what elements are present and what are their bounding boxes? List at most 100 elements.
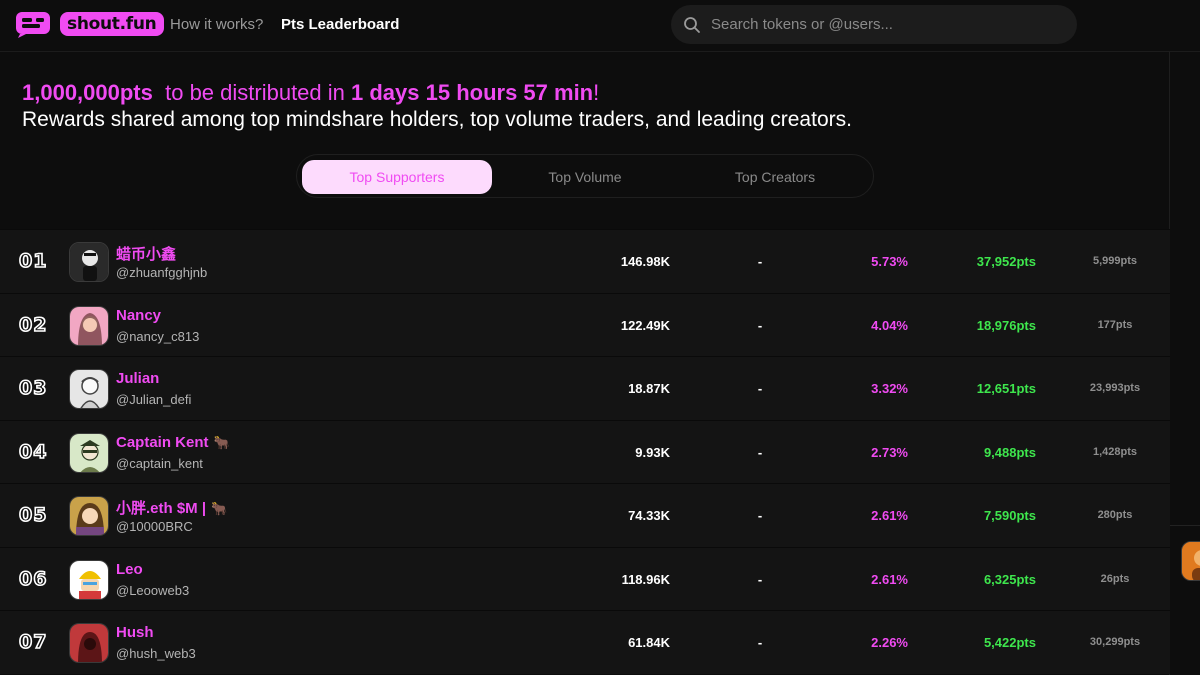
- user-display-name[interactable]: 蜡币小鑫: [116, 243, 181, 264]
- user-avatar[interactable]: [69, 242, 109, 282]
- mindshare-percent: 2.61%: [871, 508, 908, 523]
- user-handle[interactable]: @zhuanfgghjnb: [116, 265, 207, 280]
- tab-top-creators[interactable]: Top Creators: [680, 160, 870, 194]
- rank-number: 06: [18, 567, 48, 591]
- nav-how-it-works[interactable]: How it works?: [170, 16, 263, 33]
- points-earned: 37,952pts: [976, 254, 1036, 269]
- volume-value: 9.93K: [635, 444, 670, 460]
- user-handle[interactable]: @Leooweb3: [116, 583, 189, 598]
- leaderboard-tabs: Top Supporters Top Volume Top Creators: [296, 154, 874, 198]
- bull-badge-icon: 🐂: [213, 434, 230, 450]
- volume-value: 74.33K: [628, 508, 670, 523]
- yellow-helmet-avatar-icon: [70, 560, 108, 599]
- captain-portrait-avatar-icon: [70, 433, 108, 472]
- logo-text: shout.fun: [60, 12, 164, 36]
- points-earned: 5,422pts: [983, 635, 1036, 650]
- user-name-text: 蜡币小鑫: [116, 246, 177, 263]
- bonus-points: 280pts: [1097, 509, 1133, 521]
- banner-exclaim: !: [593, 80, 600, 105]
- user-display-name[interactable]: Nancy: [116, 307, 166, 324]
- mindshare-percent: 4.04%: [871, 317, 908, 333]
- points-earned: 12,651pts: [976, 381, 1036, 396]
- nav-pts-leaderboard[interactable]: Pts Leaderboard: [281, 16, 399, 33]
- user-handle[interactable]: @captain_kent: [116, 456, 203, 471]
- user-avatar[interactable]: [69, 305, 109, 346]
- user-avatar[interactable]: [69, 369, 109, 409]
- reward-amount: 1,000,000pts: [22, 80, 153, 105]
- empty-value: -: [757, 444, 763, 460]
- user-handle[interactable]: @Julian_defi: [116, 392, 191, 407]
- anime-girl-avatar-icon: [70, 497, 108, 535]
- empty-value: -: [757, 571, 763, 587]
- volume-value: 18.87K: [628, 381, 670, 396]
- empty-value: -: [757, 317, 763, 333]
- mindshare-percent: 3.32%: [871, 381, 908, 396]
- side-divider: [1170, 525, 1200, 526]
- user-handle[interactable]: @hush_web3: [116, 646, 196, 661]
- user-avatar[interactable]: [69, 623, 109, 663]
- bonus-points: 23,993pts: [1089, 382, 1141, 394]
- rank-number: 02: [18, 313, 48, 337]
- user-avatar[interactable]: [69, 432, 109, 473]
- user-display-name[interactable]: 小胖.eth $M | 🐂: [116, 497, 227, 518]
- brand-logo[interactable]: shout.fun: [14, 9, 164, 39]
- points-earned: 6,325pts: [983, 571, 1036, 587]
- sketch-portrait-avatar-icon: [70, 370, 108, 408]
- empty-value: -: [757, 635, 763, 650]
- rank-number: 05: [18, 503, 48, 527]
- rank-number: 07: [18, 630, 48, 654]
- side-avatar[interactable]: [1181, 541, 1200, 581]
- cartoon-boy-avatar-icon: [70, 243, 108, 281]
- mindshare-percent: 5.73%: [871, 254, 908, 269]
- countdown-timer: 1 days 15 hours 57 min: [351, 80, 594, 105]
- rank-number: 04: [18, 440, 48, 464]
- bonus-points: 26pts: [1100, 572, 1130, 585]
- user-display-name[interactable]: Julian: [116, 370, 164, 387]
- woman-photo-avatar-icon: [70, 306, 108, 345]
- user-name-text: Hush: [116, 624, 154, 641]
- search-input[interactable]: [711, 16, 1031, 33]
- user-name-text: Captain Kent: [116, 433, 209, 451]
- avatar-peek-icon: [1182, 542, 1200, 580]
- leaderboard-row[interactable]: 02 Nancy @nancy_c813 122.49K - 4.04% 18,…: [0, 292, 1170, 356]
- banner-mid-text: to be distributed in: [165, 80, 345, 105]
- search-bar[interactable]: [671, 5, 1077, 44]
- banner-subtext: Rewards shared among top mindshare holde…: [22, 108, 852, 131]
- banner-headline: 1,000,000pts to be distributed in 1 days…: [22, 80, 852, 106]
- bonus-points: 30,299pts: [1089, 636, 1141, 648]
- leaderboard-row[interactable]: 03 Julian @Julian_defi 18.87K - 3.32% 12…: [0, 356, 1170, 420]
- bonus-points: 1,428pts: [1092, 445, 1138, 458]
- tab-top-volume[interactable]: Top Volume: [490, 160, 680, 194]
- user-name-text: Nancy: [116, 306, 162, 324]
- volume-value: 122.49K: [620, 317, 670, 333]
- reward-banner: 1,000,000pts to be distributed in 1 days…: [22, 80, 852, 132]
- mindshare-percent: 2.73%: [871, 444, 908, 460]
- user-handle[interactable]: @nancy_c813: [116, 329, 199, 344]
- shout-logo-icon: [16, 12, 50, 38]
- user-name-text: Julian: [116, 370, 160, 387]
- user-avatar[interactable]: [69, 559, 109, 600]
- user-display-name[interactable]: Leo: [116, 561, 148, 578]
- leaderboard-table: 01 蜡币小鑫 @zhuanfgghjnb 146.98K - 5.73% 37…: [0, 229, 1170, 674]
- leaderboard-row[interactable]: 01 蜡币小鑫 @zhuanfgghjnb 146.98K - 5.73% 37…: [0, 229, 1170, 293]
- user-handle[interactable]: @10000BRC: [116, 519, 193, 534]
- bonus-points: 177pts: [1097, 318, 1133, 331]
- leaderboard-panel: 1,000,000pts to be distributed in 1 days…: [0, 52, 1170, 675]
- mindshare-percent: 2.61%: [871, 571, 908, 587]
- leaderboard-row[interactable]: 06 Leo @Leooweb3 118.96K - 2.61% 6,325pt…: [0, 546, 1170, 610]
- points-earned: 7,590pts: [983, 508, 1036, 523]
- user-display-name[interactable]: Captain Kent 🐂: [116, 434, 230, 451]
- leaderboard-row[interactable]: 07 Hush @hush_web3 61.84K - 2.26% 5,422p…: [0, 610, 1170, 674]
- user-avatar[interactable]: [69, 496, 109, 536]
- mindshare-percent: 2.26%: [871, 635, 908, 650]
- leaderboard-row[interactable]: 05 小胖.eth $M | 🐂 @10000BRC 74.33K - 2.61%…: [0, 483, 1170, 547]
- empty-value: -: [757, 381, 763, 396]
- tab-top-supporters[interactable]: Top Supporters: [302, 160, 492, 194]
- user-name-text: Leo: [116, 560, 143, 578]
- volume-value: 61.84K: [628, 635, 670, 650]
- bull-badge-icon: 🐂: [211, 501, 228, 516]
- leaderboard-row[interactable]: 04 Captain Kent 🐂 @captain_kent 9.93K - 2…: [0, 419, 1170, 483]
- user-display-name[interactable]: Hush: [116, 624, 159, 641]
- search-icon: [684, 16, 700, 33]
- hooded-figure-avatar-icon: [70, 624, 108, 662]
